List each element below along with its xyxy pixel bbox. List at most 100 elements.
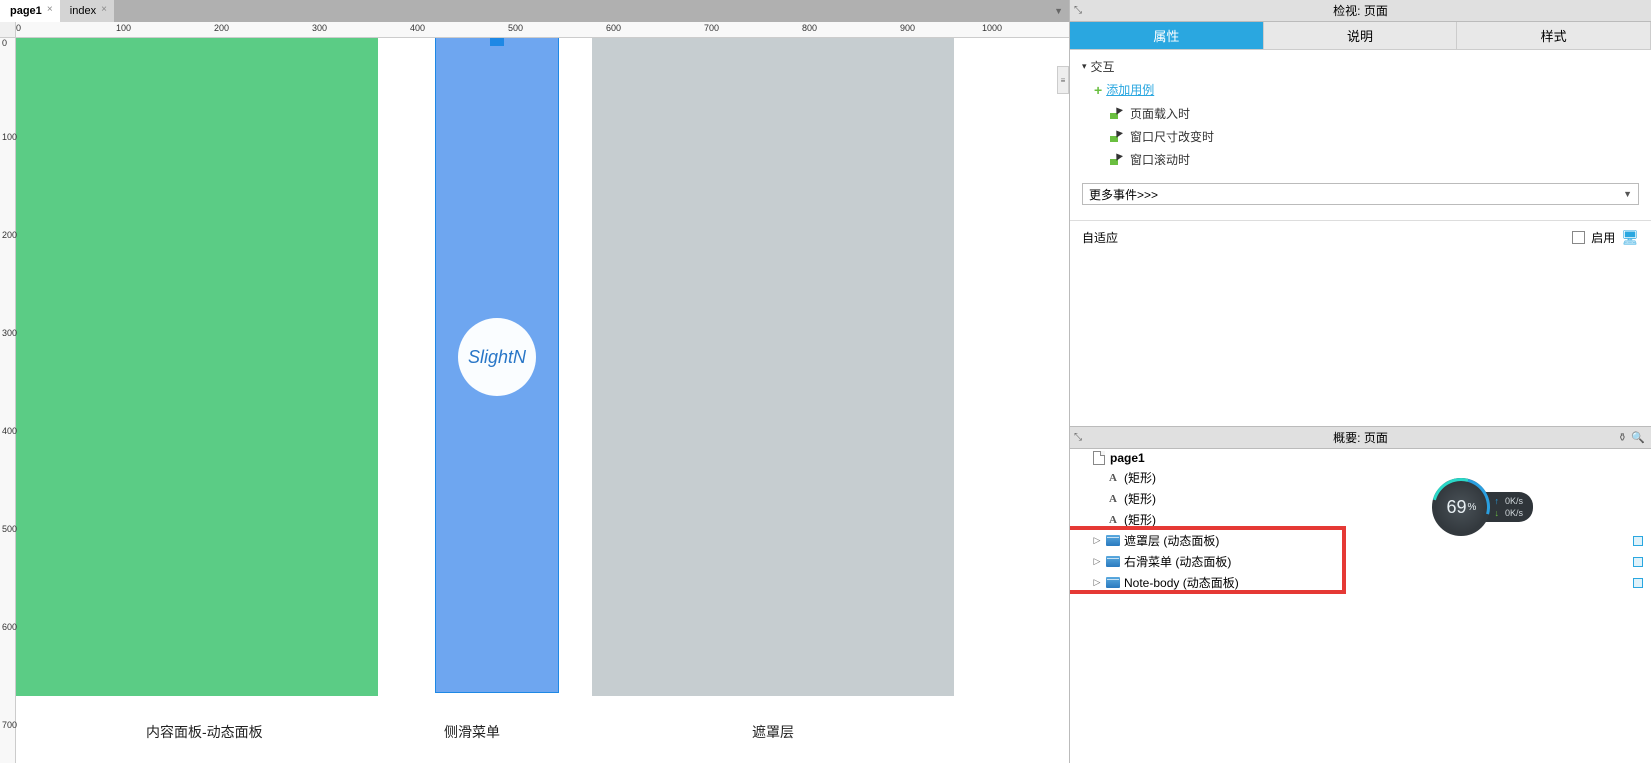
horizontal-ruler: 0 100 200 300 400 500 600 700 800 900 10… (16, 22, 1069, 38)
event-window-resize[interactable]: 窗口尺寸改变时 (1110, 125, 1639, 148)
plus-icon: + (1094, 82, 1102, 98)
tab-style-label: 样式 (1541, 26, 1567, 45)
logo-circle: SlightN (458, 318, 536, 396)
tab-properties-label: 属性 (1153, 26, 1179, 45)
ruler-tick: 100 (116, 23, 131, 33)
panel-marker-icon (1633, 557, 1643, 567)
side-panel-toggle[interactable]: ≡ (1057, 66, 1069, 94)
filter-icon[interactable]: ⚱ (1618, 431, 1627, 444)
inspector-properties-body: ▾ 交互 + 添加用例 页面载入时 窗口尺寸改变时 窗口滚动时 更多事件 (1070, 50, 1651, 427)
event-window-resize-label: 窗口尺寸改变时 (1130, 128, 1214, 145)
inspector-panel: ⤡ 检视: 页面 属性 说明 样式 ▾ 交互 + 添加用例 页面载入时 窗口尺寸… (1069, 0, 1651, 763)
tab-index-label: index (70, 5, 96, 17)
expand-icon[interactable]: ▷ (1092, 556, 1102, 567)
ruler-tick: 700 (704, 23, 719, 33)
ruler-tick: 100 (2, 132, 17, 142)
content-panel[interactable] (16, 38, 378, 696)
inspector-header-top: ⤡ 检视: 页面 (1070, 0, 1651, 22)
arrow-down-icon: ↓ (1494, 508, 1499, 518)
page-icon (1093, 451, 1105, 465)
ruler-corner (0, 22, 16, 38)
canvas-inner[interactable]: SlightN 内容面板-动态面板 侧滑菜单 遮罩层 (16, 38, 1069, 763)
outline-page-root[interactable]: page1 (1070, 449, 1651, 467)
slide-menu-panel[interactable]: SlightN (436, 38, 558, 692)
more-events-label: 更多事件>>> (1089, 186, 1158, 203)
property-tabs: 属性 说明 样式 (1070, 22, 1651, 50)
outline-rect-label: (矩形) (1124, 490, 1156, 507)
logo-text: SlightN (468, 347, 526, 368)
inspector-header-label: 检视: 页面 (1333, 2, 1388, 19)
ruler-tick: 600 (606, 23, 621, 33)
text-icon: A (1106, 471, 1120, 485)
tab-index[interactable]: index × (60, 0, 114, 22)
tab-notes[interactable]: 说明 (1264, 22, 1458, 49)
gauge-pct: % (1468, 502, 1477, 513)
interaction-heading-label: 交互 (1091, 58, 1115, 75)
outline-rect-1[interactable]: A (矩形) (1070, 467, 1651, 488)
ruler-tick: 800 (802, 23, 817, 33)
more-events-combo[interactable]: 更多事件>>> ▼ (1082, 183, 1639, 205)
tab-notes-label: 说明 (1347, 26, 1373, 45)
search-icon[interactable]: 🔍 (1631, 431, 1645, 444)
outline-panel-note[interactable]: ▷ Note-body (动态面板) (1070, 572, 1651, 593)
adaptive-enable-checkbox[interactable] (1572, 231, 1585, 244)
tab-page1[interactable]: page1 × (0, 0, 60, 22)
outline-rect-2[interactable]: A (矩形) (1070, 488, 1651, 509)
event-window-scroll[interactable]: 窗口滚动时 (1110, 148, 1639, 171)
gauge-icon: 69% (1432, 478, 1490, 536)
ruler-tick: 0 (16, 23, 21, 33)
add-case-button[interactable]: + 添加用例 (1094, 77, 1639, 102)
interaction-section-heading[interactable]: ▾ 交互 (1082, 56, 1639, 77)
close-icon[interactable]: × (98, 4, 110, 16)
expand-icon[interactable]: ▷ (1092, 577, 1102, 588)
panel-marker-icon (1633, 578, 1643, 588)
ruler-tick: 300 (2, 328, 17, 338)
outline-panel-slide[interactable]: ▷ 右滑菜单 (动态面板) (1070, 551, 1651, 572)
outline-rect-3[interactable]: A (矩形) (1070, 509, 1651, 530)
label-mask: 遮罩层 (752, 722, 794, 742)
panel-marker-icon (1633, 536, 1643, 546)
event-page-load-label: 页面载入时 (1130, 105, 1190, 122)
page-tab-bar: page1 × index × ▼ (0, 0, 1069, 22)
dynamic-panel-icon (1106, 577, 1120, 588)
add-case-link[interactable]: 添加用例 (1106, 81, 1154, 98)
system-monitor-widget[interactable]: 69% ↑0K/s ↓0K/s (1432, 478, 1533, 536)
ruler-tick: 200 (214, 23, 229, 33)
ruler-tick: 400 (410, 23, 425, 33)
adaptive-row: 自适应 启用 🖥 (1070, 221, 1651, 254)
close-icon[interactable]: × (44, 4, 56, 16)
adaptive-label: 自适应 (1082, 229, 1118, 246)
vertical-ruler: 0 100 200 300 400 500 600 700 (0, 38, 16, 763)
download-speed: 0K/s (1505, 508, 1523, 518)
ruler-tick: 900 (900, 23, 915, 33)
label-slide-menu: 侧滑菜单 (444, 722, 500, 742)
upload-speed: 0K/s (1505, 496, 1523, 506)
tab-page1-label: page1 (10, 5, 42, 17)
label-content-panel: 内容面板-动态面板 (146, 722, 263, 742)
outline-rect-label: (矩形) (1124, 469, 1156, 486)
collapse-icon[interactable]: ⤡ (1074, 432, 1082, 443)
event-page-load[interactable]: 页面载入时 (1110, 102, 1639, 125)
outline-rect-label: (矩形) (1124, 511, 1156, 528)
mask-panel[interactable] (592, 38, 954, 696)
tab-properties[interactable]: 属性 (1070, 22, 1264, 49)
outline-header-label: 概要: 页面 (1333, 429, 1388, 446)
chevron-down-icon: ▼ (1623, 189, 1632, 199)
outline-page-label: page1 (1110, 451, 1145, 465)
gauge-value: 69 (1447, 497, 1467, 518)
adaptive-enable-label: 启用 (1591, 229, 1615, 246)
tab-style[interactable]: 样式 (1457, 22, 1651, 49)
outline-body: page1 A (矩形) A (矩形) A (矩形) ▷ 遮罩层 (动态面板) (1070, 449, 1651, 763)
outline-panel-mask[interactable]: ▷ 遮罩层 (动态面板) (1070, 530, 1651, 551)
outline-panel-slide-label: 右滑菜单 (动态面板) (1124, 553, 1231, 570)
device-icon[interactable]: 🖥 (1621, 229, 1639, 246)
chevron-down-icon: ▾ (1082, 61, 1087, 72)
ruler-tick: 500 (2, 524, 17, 534)
tab-dropdown-icon[interactable]: ▼ (1054, 6, 1063, 16)
dynamic-panel-icon (1106, 535, 1120, 546)
canvas-workspace[interactable]: 0 100 200 300 400 500 600 700 800 900 10… (0, 22, 1069, 763)
collapse-icon[interactable]: ⤡ (1074, 5, 1082, 16)
expand-icon[interactable]: ▷ (1092, 535, 1102, 546)
ruler-tick: 0 (2, 38, 7, 48)
outline-panel-note-label: Note-body (动态面板) (1124, 574, 1239, 591)
